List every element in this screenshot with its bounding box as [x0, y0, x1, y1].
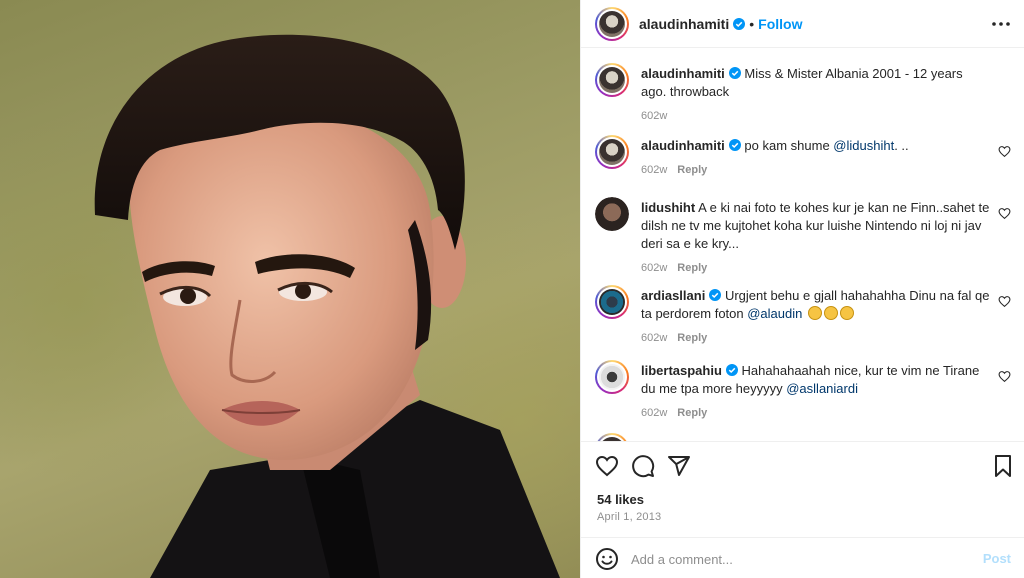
separator-dot: • — [749, 15, 755, 32]
reply-button[interactable]: Reply — [677, 332, 707, 344]
comment-username[interactable]: ardiasllani — [641, 288, 705, 303]
author-avatar-ring[interactable] — [595, 6, 629, 41]
avatar[interactable] — [599, 139, 625, 165]
share-icon[interactable] — [667, 454, 691, 478]
comment-text: po kam shume — [744, 138, 834, 153]
avatar[interactable] — [595, 197, 629, 231]
comment-text-suffix: . .. — [894, 138, 909, 153]
heart-icon[interactable] — [998, 145, 1011, 158]
avatar[interactable] — [599, 289, 625, 315]
reply-button[interactable]: Reply — [677, 164, 707, 176]
post-detail-panel: alaudinhamiti • Follow alaudinhamiti Mis… — [580, 0, 1024, 578]
comment-username[interactable]: alaudinhamiti — [641, 138, 725, 153]
post-actions: 54 likes April 1, 2013 Post — [581, 441, 1024, 578]
verified-icon — [728, 67, 741, 79]
comments-list[interactable]: alaudinhamiti Miss & Mister Albania 2001… — [581, 49, 1024, 441]
heart-icon[interactable] — [998, 207, 1011, 220]
likes-count[interactable]: 54 likes — [597, 492, 644, 507]
mention-link[interactable]: @asllaniardi — [786, 381, 858, 396]
comment-time[interactable]: 602w — [641, 164, 667, 176]
portrait-illustration — [94, 34, 560, 578]
bookmark-icon[interactable] — [991, 454, 1015, 478]
comment-time[interactable]: 602w — [641, 407, 667, 419]
author-username[interactable]: alaudinhamiti — [639, 16, 729, 32]
reply-button[interactable]: Reply — [677, 262, 707, 274]
heart-icon[interactable] — [998, 370, 1011, 383]
comment-username[interactable]: libertaspahiu — [641, 363, 722, 378]
follow-button[interactable]: Follow — [758, 16, 802, 32]
post-image[interactable] — [0, 0, 580, 578]
avatar[interactable] — [599, 67, 625, 93]
reply-button[interactable]: Reply — [677, 407, 707, 419]
emoji-grin-icon — [823, 306, 838, 320]
emoji-grin-icon — [839, 306, 854, 320]
emoji-icon[interactable] — [595, 547, 619, 571]
heart-icon[interactable] — [998, 295, 1011, 308]
verified-icon — [725, 364, 738, 376]
mention-link[interactable]: @alaudin — [747, 306, 802, 321]
more-icon[interactable] — [991, 14, 1011, 34]
verified-icon — [733, 17, 746, 30]
verified-icon — [709, 289, 722, 301]
comment-time[interactable]: 602w — [641, 332, 667, 344]
like-icon[interactable] — [595, 454, 619, 478]
comment-composer: Post — [581, 537, 1024, 578]
post-header: alaudinhamiti • Follow — [581, 0, 1024, 48]
comment-icon[interactable] — [631, 454, 655, 478]
comment-time[interactable]: 602w — [641, 262, 667, 274]
comment-username[interactable]: lidushiht — [641, 200, 695, 215]
avatar[interactable] — [599, 364, 625, 390]
caption-time[interactable]: 602w — [641, 110, 667, 122]
mention-link[interactable]: @lidushiht — [833, 138, 894, 153]
emoji-grin-icon — [807, 306, 822, 320]
comment-input[interactable] — [631, 547, 951, 571]
post-date[interactable]: April 1, 2013 — [597, 511, 661, 523]
caption-username[interactable]: alaudinhamiti — [641, 66, 725, 81]
verified-icon — [728, 139, 741, 151]
avatar[interactable] — [599, 10, 625, 37]
post-button[interactable]: Post — [983, 551, 1011, 566]
